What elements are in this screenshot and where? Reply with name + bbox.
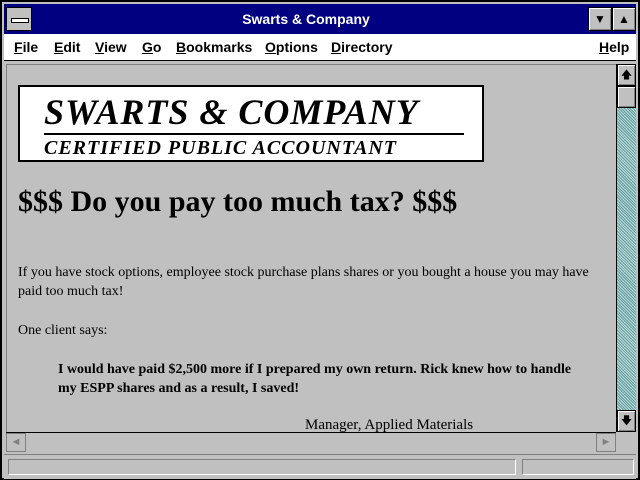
scroll-right-button[interactable]: ► [596,433,616,452]
system-menu-button[interactable] [6,7,32,31]
progress-indicator [522,459,634,475]
menu-directory-label: irectory [341,39,393,55]
title-bar: Swarts & Company ▼ ▲ [4,4,636,34]
scrollbar-corner [616,432,636,452]
client-quote: I would have paid $2,500 more if I prepa… [58,362,572,396]
logo-subtitle: CERTIFIED PUBLIC ACCOUNTANT [44,137,397,159]
company-logo: SWARTS & COMPANY CERTIFIED PUBLIC ACCOUN… [18,85,484,162]
menu-help[interactable]: Help [599,34,629,60]
status-bar [4,454,636,479]
client-says-text: One client says: [18,323,108,338]
window-title: Swarts & Company [242,11,370,27]
menu-view-label: iew [104,39,127,55]
menu-edit-label: dit [63,39,81,55]
menu-options-label: ptions [275,39,318,55]
menu-help-accel: H [599,39,610,55]
menu-go-label: o [152,39,162,55]
menu-view[interactable]: View [95,34,127,60]
menu-bookmarks-accel: B [176,39,187,55]
menu-go-accel: G [142,39,153,55]
menu-bookmarks-label: ookmarks [186,39,253,55]
quote-signature: Manager, Applied Materials [305,417,474,432]
scroll-left-button[interactable]: ◄ [6,433,26,452]
menu-options[interactable]: Options [265,34,318,60]
vertical-scroll-track[interactable] [617,86,636,410]
menu-options-accel: O [265,39,276,55]
horizontal-scrollbar[interactable]: ◄ ► [6,432,616,452]
intro-paragraph: If you have stock options, employee stoc… [18,265,589,299]
menu-edit[interactable]: Edit [54,34,80,60]
menu-directory[interactable]: Directory [331,34,392,60]
menu-file-label: ile [22,39,39,55]
menu-edit-accel: E [54,39,64,55]
vertical-scrollbar[interactable]: 🡅 🡇 [616,64,636,432]
menu-view-accel: V [95,39,105,55]
logo-company-name: SWARTS & COMPANY [44,92,419,132]
page-content: SWARTS & COMPANY CERTIFIED PUBLIC ACCOUN… [6,64,616,432]
menu-directory-accel: D [331,39,342,55]
page-headline: $$$ Do you pay too much tax? $$$ [18,185,458,218]
minimize-button[interactable]: ▼ [588,7,612,31]
menu-help-label: elp [609,39,630,55]
menu-bar: File Edit View Go Bookmarks Options Dire… [4,34,636,61]
menu-file-accel: F [14,39,23,55]
menu-file[interactable]: File [14,34,38,60]
scroll-up-button[interactable]: 🡅 [617,64,636,86]
scroll-down-button[interactable]: 🡇 [617,410,636,432]
menu-go[interactable]: Go [142,34,161,60]
status-text [8,459,516,475]
vertical-scroll-thumb[interactable] [617,86,636,108]
logo-divider [44,133,464,135]
maximize-button[interactable]: ▲ [612,7,636,31]
browser-window: Swarts & Company ▼ ▲ File Edit View Go B… [0,0,640,480]
menu-bookmarks[interactable]: Bookmarks [176,34,252,60]
